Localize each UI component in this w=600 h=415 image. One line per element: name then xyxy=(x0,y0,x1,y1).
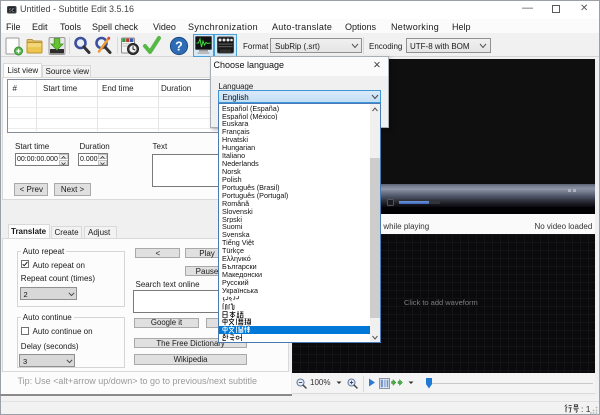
svg-text:?: ? xyxy=(175,39,183,53)
svg-text:SE: SE xyxy=(8,7,14,12)
